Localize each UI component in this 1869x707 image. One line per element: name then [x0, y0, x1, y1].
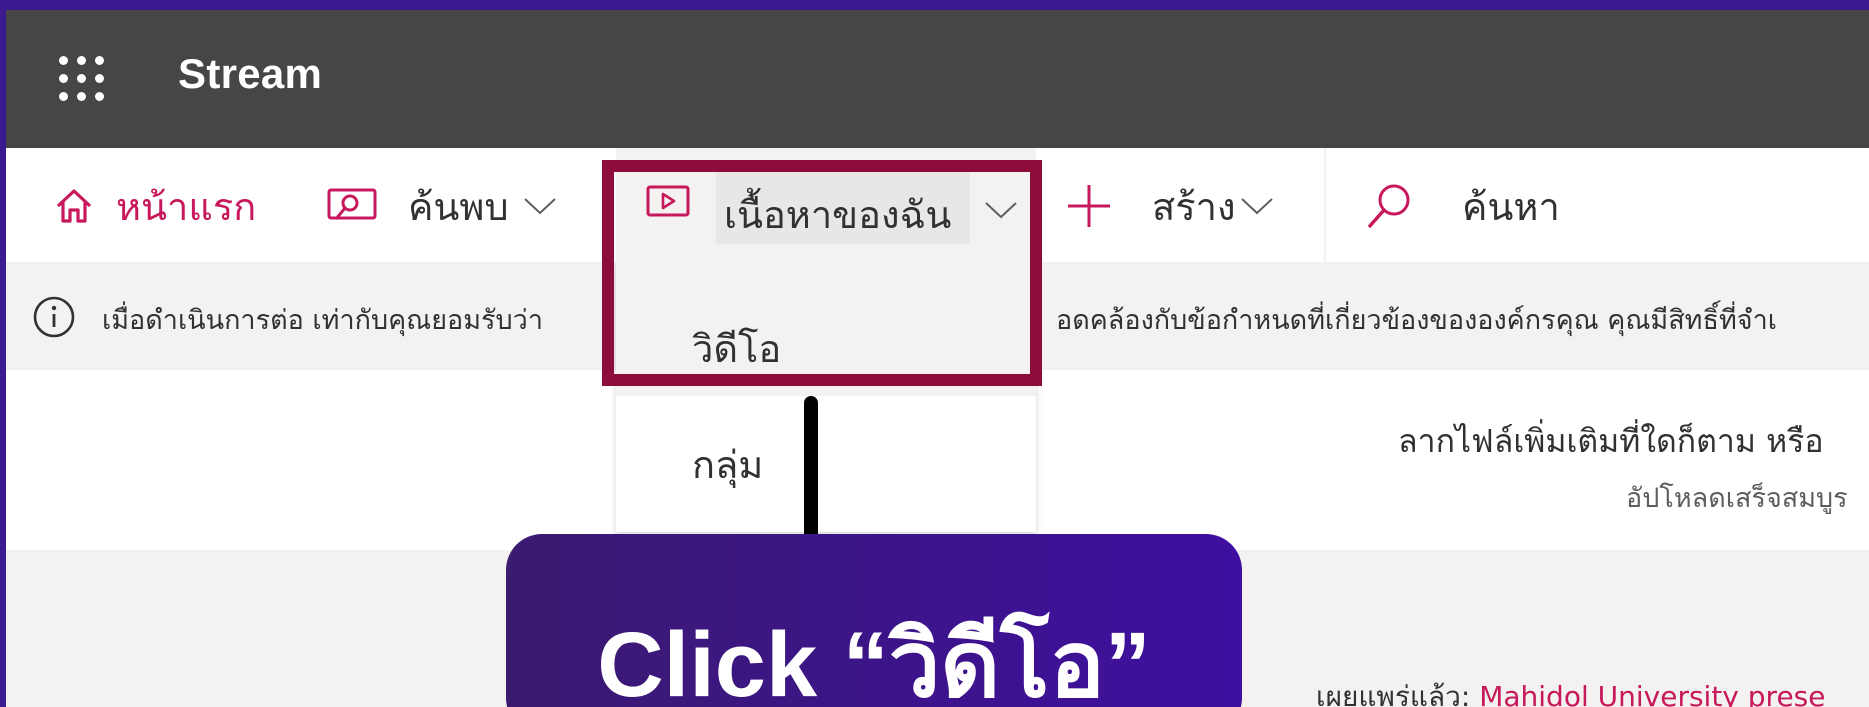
nav-search[interactable]: ค้นหา	[1364, 178, 1560, 234]
chevron-down-icon	[985, 202, 1017, 219]
app-launcher-icon[interactable]	[52, 49, 112, 109]
my-content-dropdown: วิดีโอ กลุ่ม	[616, 262, 1036, 532]
nav-search-label: ค้นหา	[1462, 184, 1560, 229]
upload-status: อัปโหลดเสร็จสมบูร	[1626, 483, 1848, 514]
nav-discover-label: ค้นพบ	[408, 184, 509, 229]
video-play-icon	[646, 185, 690, 217]
nav-divider	[1324, 148, 1326, 262]
nav-my-content[interactable]: เนื้อหาของฉัน	[616, 148, 1036, 262]
plus-icon	[1068, 185, 1110, 227]
info-icon	[33, 296, 75, 338]
banner-text-continued: อดคล้องกับข้อกำหนดที่เกี่ยวข้องขององค์กร…	[1056, 305, 1777, 336]
upload-instructions: ลากไฟล์เพิ่มเติมที่ใดก็ตาม หรือ	[1398, 422, 1824, 460]
nav-my-content-label: เนื้อหาของฉัน	[724, 193, 952, 237]
published-org-link[interactable]: Mahidol University prese	[1479, 680, 1825, 707]
app-window: Stream หน้าแรก ค้นพบ สร้าง ค้นหา เมื่อดำ…	[6, 10, 1869, 707]
dropdown-item-groups[interactable]: กลุ่ม	[692, 434, 763, 495]
dropdown-item-videos[interactable]: วิดีโอ	[692, 318, 781, 379]
discover-icon	[327, 188, 377, 220]
nav-create-label: สร้าง	[1152, 184, 1236, 229]
home-icon	[56, 189, 92, 223]
callout-connector	[804, 396, 818, 554]
nav-home[interactable]: หน้าแรก	[54, 178, 256, 234]
instruction-callout: Click “วิดีโอ”	[506, 534, 1242, 707]
app-title[interactable]: Stream	[178, 50, 322, 98]
nav-home-label: หน้าแรก	[116, 184, 257, 229]
chevron-down-icon	[1240, 198, 1273, 215]
search-icon	[1367, 184, 1410, 229]
chevron-down-icon	[523, 198, 556, 215]
banner-text: เมื่อดำเนินการต่อ เท่ากับคุณยอมรับว่า	[102, 305, 544, 336]
dropdown-item-groups-bg	[616, 396, 1036, 532]
published-line: เผยแพร่แล้ว: Mahidol University prese	[1316, 675, 1825, 707]
nav-create[interactable]: สร้าง	[1066, 178, 1274, 234]
instruction-text: Click “วิดีโอ”	[597, 614, 1151, 707]
nav-discover[interactable]: ค้นพบ	[326, 178, 557, 234]
top-app-bar: Stream	[6, 10, 1869, 148]
published-label: เผยแพร่แล้ว:	[1316, 680, 1471, 707]
